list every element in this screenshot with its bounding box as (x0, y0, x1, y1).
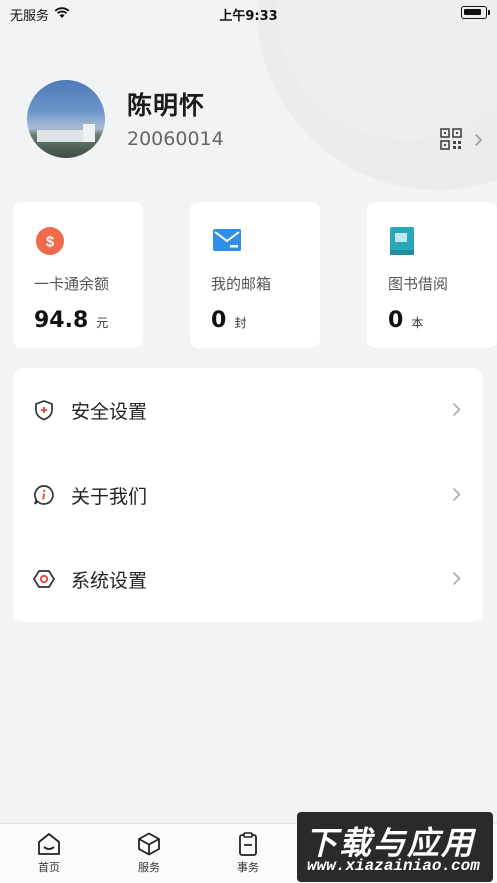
book-icon (389, 226, 415, 260)
qr-code-button[interactable] (440, 128, 483, 154)
chevron-right-icon (474, 132, 483, 151)
card-library[interactable]: 图书借阅 0本 (367, 202, 497, 348)
tab-home[interactable]: 首页 (19, 832, 79, 875)
menu-label: 系统设置 (71, 570, 148, 592)
menu-item-about[interactable]: 关于我们 (13, 453, 483, 537)
card-balance[interactable]: $ 一卡通余额 94.8 元 (13, 202, 143, 348)
tab-label: 事务 (237, 861, 259, 874)
user-name: 陈明怀 (127, 91, 206, 120)
cube-icon (138, 832, 160, 856)
hexagon-settings-icon (32, 568, 56, 590)
avatar[interactable] (27, 80, 105, 158)
chevron-right-icon (452, 571, 461, 590)
clipboard-icon (239, 832, 257, 856)
watermark-logo: 下载与应用 www.xiazainiao.com (297, 812, 493, 882)
chevron-right-icon (452, 487, 461, 506)
tab-label: 首页 (38, 861, 60, 874)
user-id: 20060014 (127, 128, 224, 150)
menu-item-security[interactable]: 安全设置 (13, 368, 483, 452)
tab-affairs[interactable]: 事务 (218, 832, 278, 875)
card-label: 图书借阅 (388, 275, 449, 293)
tab-label: 服务 (138, 861, 160, 874)
battery-icon (461, 6, 490, 19)
card-mailbox[interactable]: 我的邮箱 0封 (190, 202, 320, 348)
stats-row: $ 一卡通余额 94.8 元 我的邮箱 0封 图书借阅 0本 (13, 202, 497, 349)
home-icon (38, 833, 60, 855)
profile-header: 陈明怀 20060014 (0, 80, 497, 160)
chevron-right-icon (452, 402, 461, 421)
card-value: 0封 (211, 308, 247, 333)
info-bubble-icon (33, 484, 55, 506)
card-value: 94.8 元 (34, 308, 109, 333)
status-bar: 无服务 上午9:33 (0, 0, 497, 26)
qr-code-icon (440, 128, 462, 154)
card-value: 0本 (388, 308, 424, 333)
svg-text:$: $ (46, 234, 55, 251)
settings-menu: 安全设置 关于我们 系统设置 (13, 368, 483, 622)
shield-plus-icon (33, 399, 55, 421)
mail-icon (212, 226, 242, 258)
tab-service[interactable]: 服务 (119, 832, 179, 875)
menu-label: 安全设置 (71, 401, 148, 423)
card-label: 我的邮箱 (211, 275, 272, 293)
status-time: 上午9:33 (219, 9, 278, 24)
watermark-url: www.xiazainiao.com (307, 857, 480, 875)
menu-item-system[interactable]: 系统设置 (13, 537, 483, 621)
card-label: 一卡通余额 (34, 275, 110, 293)
menu-label: 关于我们 (71, 486, 148, 508)
dollar-coin-icon: $ (35, 226, 65, 260)
